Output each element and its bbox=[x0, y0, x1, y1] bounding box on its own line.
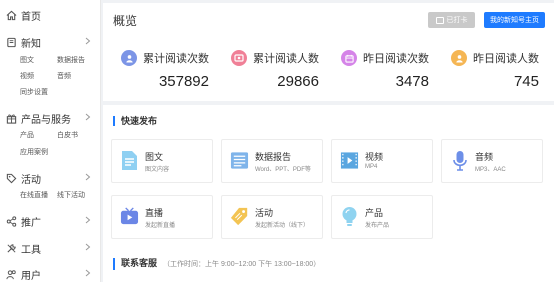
customer-service-title-text: 联系客服 bbox=[121, 258, 158, 268]
tile-title: 图文 bbox=[145, 152, 164, 162]
service-hours: （工作时间：上午 9:00~12:00 下午 13:00~18:00） bbox=[163, 261, 321, 268]
checkin-button[interactable]: 已打卡 bbox=[428, 12, 475, 28]
sidebar-item-products[interactable]: 产品与服务 bbox=[6, 110, 98, 126]
person-icon bbox=[121, 50, 137, 66]
publish-audio-tile[interactable]: 音频 MP3、AAC bbox=[441, 139, 543, 183]
sidebar-item-label: 用户 bbox=[21, 270, 41, 282]
checkin-button-label: 已打卡 bbox=[446, 17, 468, 24]
sidebar-item-home[interactable]: 首页 bbox=[6, 7, 98, 23]
tile-title: 直播 bbox=[145, 208, 164, 218]
sidebar-subitem-product[interactable]: 产品 bbox=[20, 130, 34, 140]
tile-desc: MP4 bbox=[365, 164, 378, 170]
tile-title: 数据报告 bbox=[255, 152, 292, 162]
eye-icon bbox=[231, 50, 247, 66]
sidebar-subitem-report[interactable]: 数据报告 bbox=[57, 55, 85, 65]
sidebar-subitem-video[interactable]: 视频 bbox=[20, 71, 34, 81]
sidebar-subitem-whitepaper[interactable]: 白皮书 bbox=[57, 130, 78, 140]
tile-title: 视频 bbox=[365, 152, 384, 162]
quick-publish-title: 快速发布 bbox=[113, 116, 157, 126]
tile-desc: 发起新直播 bbox=[145, 223, 176, 229]
publish-activity-tile[interactable]: 活动 发起新活动（线下） bbox=[221, 195, 323, 239]
sidebar-item-label: 活动 bbox=[21, 174, 41, 186]
sidebar-item-users[interactable]: 用户 bbox=[6, 266, 98, 282]
publish-video-tile[interactable]: 视频 MP4 bbox=[331, 139, 433, 183]
tile-desc: MP3、AAC bbox=[475, 167, 506, 173]
tile-desc: Word、PPT、PDF等 bbox=[255, 167, 311, 173]
publish-report-tile[interactable]: 数据报告 Word、PPT、PDF等 bbox=[221, 139, 323, 183]
sidebar-item-new[interactable]: 新知 bbox=[6, 34, 98, 50]
stat-label: 昨日阅读次数 bbox=[363, 53, 429, 65]
chevron-right-icon bbox=[84, 269, 92, 277]
gift-icon bbox=[6, 113, 17, 124]
tile-title: 活动 bbox=[255, 208, 274, 218]
stat-yesterday-readers: 昨日阅读人数 745 bbox=[433, 39, 543, 99]
tile-desc: 发布产品 bbox=[365, 223, 390, 229]
book-icon bbox=[6, 37, 17, 48]
stat-value: 357892 bbox=[158, 73, 209, 90]
chevron-right-icon bbox=[84, 37, 92, 45]
report-icon bbox=[230, 149, 249, 171]
sidebar-item-label: 首页 bbox=[21, 11, 41, 23]
chevron-right-icon bbox=[84, 243, 92, 251]
publish-live-tile[interactable]: 直播 发起新直播 bbox=[111, 195, 213, 239]
sidebar-subitem-article[interactable]: 图文 bbox=[20, 55, 34, 65]
sidebar-subitem-sync[interactable]: 同步设置 bbox=[20, 87, 48, 97]
tile-title: 产品 bbox=[365, 208, 384, 218]
sidebar-item-tools[interactable]: 工具 bbox=[6, 240, 98, 256]
stat-value: 745 bbox=[513, 73, 539, 90]
microphone-icon bbox=[450, 149, 469, 171]
sidebar-item-label: 新知 bbox=[21, 38, 41, 50]
my-homepage-button[interactable]: 我的新知号主页 bbox=[484, 12, 545, 28]
calendar-icon bbox=[341, 50, 357, 66]
publish-article-tile[interactable]: 图文 图文内容 bbox=[111, 139, 213, 183]
stat-label: 累计阅读人数 bbox=[253, 53, 319, 65]
sidebar-subitem-live[interactable]: 在线直播 bbox=[20, 190, 48, 200]
wrench-icon bbox=[6, 243, 17, 254]
customer-service-title: 联系客服 （工作时间：上午 9:00~12:00 下午 13:00~18:00） bbox=[113, 258, 320, 270]
tag-icon bbox=[6, 173, 17, 184]
stat-total-reads: 累计阅读次数 357892 bbox=[103, 39, 213, 99]
stat-value: 29866 bbox=[277, 73, 319, 90]
document-icon bbox=[120, 149, 139, 171]
quick-publish-card: 快速发布 图文 图文内容 数据报告 Word、PPT、PDF等 视频 MP4 音… bbox=[103, 105, 554, 282]
quick-publish-title-text: 快速发布 bbox=[121, 116, 158, 126]
chevron-right-icon bbox=[84, 113, 92, 121]
stat-label: 昨日阅读人数 bbox=[473, 53, 539, 65]
live-tv-icon bbox=[120, 205, 139, 227]
stat-total-readers: 累计阅读人数 29866 bbox=[213, 39, 323, 99]
tile-desc: 图文内容 bbox=[145, 167, 170, 173]
publish-product-tile[interactable]: 产品 发布产品 bbox=[331, 195, 433, 239]
tile-title: 音频 bbox=[475, 152, 494, 162]
sidebar-subitem-cases[interactable]: 应用案例 bbox=[20, 147, 48, 157]
sidebar-item-promotion[interactable]: 推广 bbox=[6, 213, 98, 229]
sidebar-subitem-offline[interactable]: 线下活动 bbox=[57, 190, 85, 200]
overview-card: 概览 已打卡 我的新知号主页 累计阅读次数 357892 累计阅读人数 2986… bbox=[103, 3, 554, 101]
tile-desc: 发起新活动（线下） bbox=[255, 223, 310, 229]
calendar-icon bbox=[435, 16, 444, 24]
sidebar-item-label: 工具 bbox=[21, 244, 41, 256]
stat-label: 累计阅读次数 bbox=[143, 53, 209, 65]
tag-icon bbox=[230, 205, 249, 227]
stat-yesterday-reads: 昨日阅读次数 3478 bbox=[323, 39, 433, 99]
chevron-right-icon bbox=[84, 173, 92, 181]
sidebar-item-label: 产品与服务 bbox=[21, 114, 71, 126]
sidebar-subitem-audio[interactable]: 音频 bbox=[57, 71, 71, 81]
film-icon bbox=[340, 149, 359, 171]
person-icon bbox=[451, 50, 467, 66]
users-icon bbox=[6, 269, 17, 280]
main-panel: 概览 已打卡 我的新知号主页 累计阅读次数 357892 累计阅读人数 2986… bbox=[103, 0, 554, 282]
chevron-right-icon bbox=[84, 216, 92, 224]
sidebar: 首页 新知 图文 数据报告 视频 音频 同步设置 产品与服务 产品 白皮书 应用… bbox=[0, 0, 101, 282]
sidebar-item-label: 推广 bbox=[21, 217, 41, 229]
share-icon bbox=[6, 215, 17, 227]
bulb-icon bbox=[340, 205, 359, 227]
sidebar-item-activities[interactable]: 活动 bbox=[6, 170, 98, 186]
page-title: 概览 bbox=[113, 14, 138, 28]
stat-value: 3478 bbox=[395, 73, 429, 90]
home-icon bbox=[6, 10, 17, 21]
stats-row: 累计阅读次数 357892 累计阅读人数 29866 昨日阅读次数 3478 昨… bbox=[103, 39, 554, 99]
